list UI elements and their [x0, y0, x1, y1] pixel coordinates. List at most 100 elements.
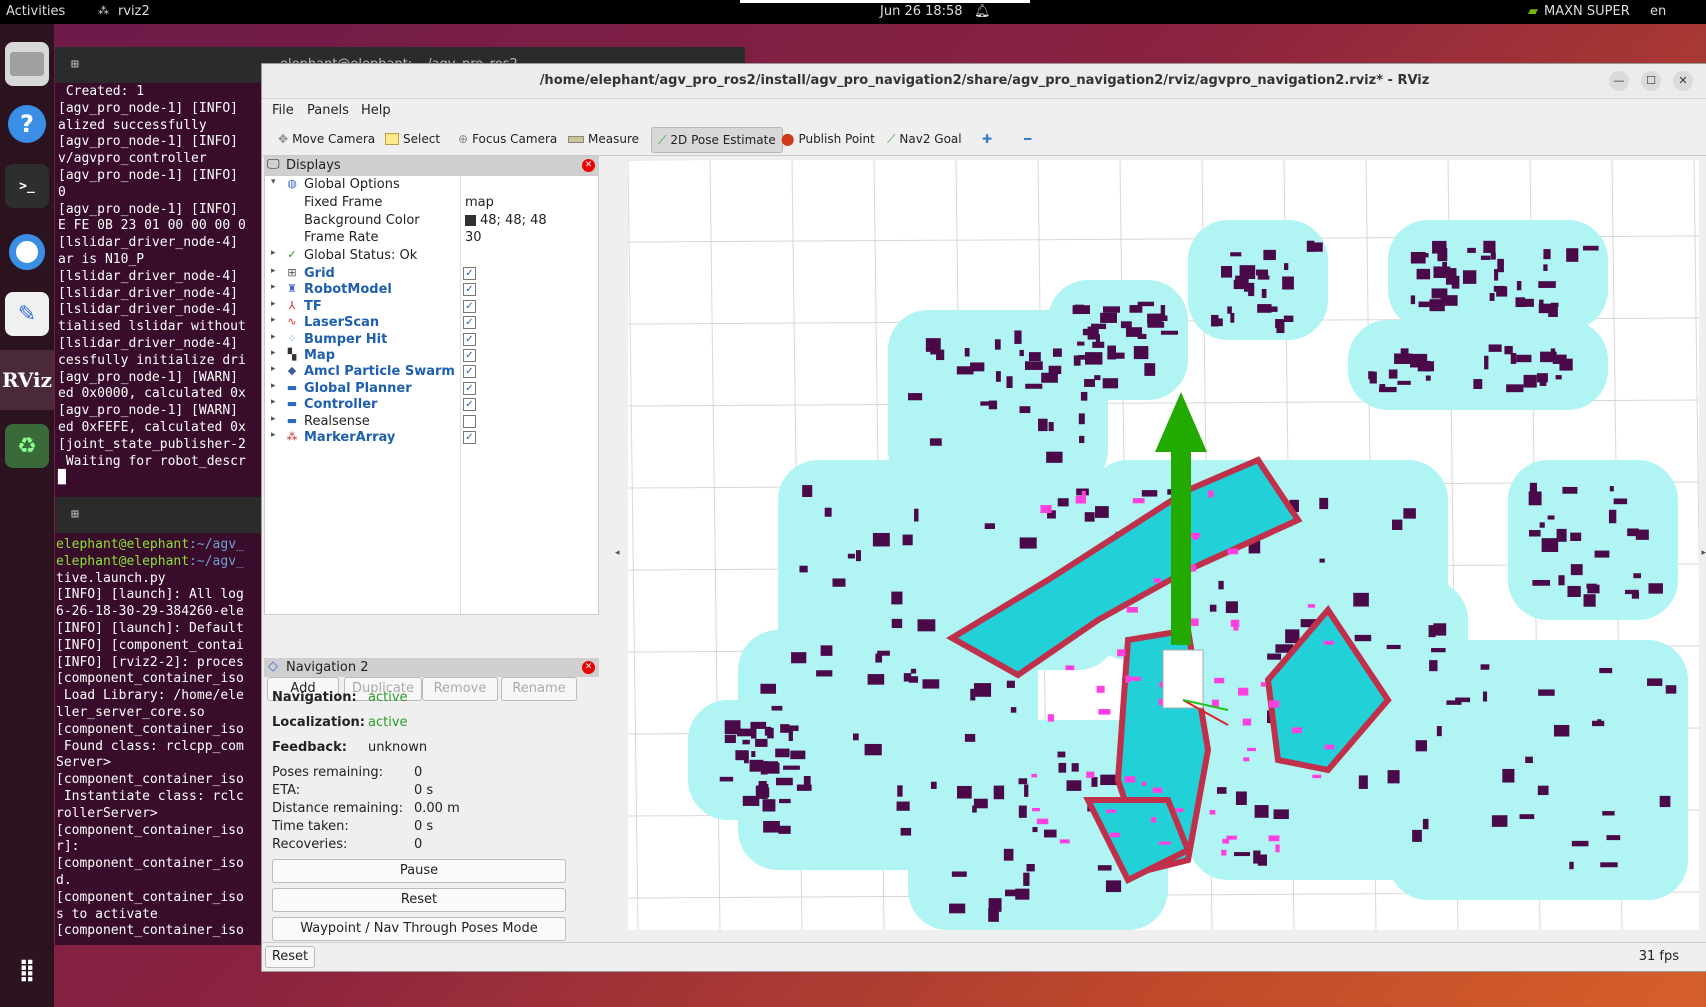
files-icon[interactable]	[5, 42, 49, 86]
nav-reset-button[interactable]: Reset	[272, 888, 566, 912]
close-displays-icon[interactable]: ✕	[582, 159, 595, 172]
display-item-map[interactable]: ▸ ▚ Map ✓	[265, 347, 598, 365]
background-color-value[interactable]: 48; 48; 48	[480, 213, 547, 228]
bell-icon[interactable]: 🔔︎	[974, 4, 991, 19]
display-enable-checkbox[interactable]: ✓	[463, 316, 476, 330]
expand-arrow-icon[interactable]: ▸	[271, 397, 276, 407]
rviz-titlebar[interactable]: /home/elephant/agv_pro_ros2/install/agv_…	[262, 64, 1706, 99]
minimize-button[interactable]: —	[1609, 71, 1629, 91]
maximize-button[interactable]: ☐	[1641, 71, 1661, 91]
trash-icon[interactable]: ♻	[5, 424, 49, 468]
expand-arrow-icon[interactable]: ▸	[271, 430, 276, 440]
fixed-frame-value[interactable]: map	[465, 195, 494, 210]
display-enable-checkbox[interactable]: ✓	[463, 431, 476, 444]
text-editor-icon[interactable]: ✎	[5, 292, 49, 336]
displays-header[interactable]: 🖵 Displays ✕	[264, 156, 599, 175]
tool-2d-pose-estimate[interactable]: ⟋ 2D Pose Estimate	[651, 127, 783, 153]
color-swatch[interactable]	[465, 214, 476, 226]
terminal-icon[interactable]: >_	[5, 164, 49, 208]
display-item-grid[interactable]: ▸ ⊞ Grid ✓	[265, 265, 598, 283]
display-item-label: Realsense	[304, 413, 370, 429]
display-item-tf[interactable]: ▸ ⅄ TF ✓	[265, 298, 598, 316]
tree-row-global-status[interactable]: ▸ ✓ Global Status: Ok	[265, 247, 598, 265]
expand-arrow-icon[interactable]: ▸	[271, 414, 276, 424]
display-item-realsense[interactable]: ▸ ▬ Realsense	[265, 413, 598, 431]
language-indicator[interactable]: en	[1650, 4, 1666, 19]
tree-row-frame-rate[interactable]: Frame Rate 30	[265, 229, 598, 247]
menu-panels[interactable]: Panels	[307, 103, 349, 118]
terminal-titlebar-2[interactable]: ⊞	[55, 497, 265, 533]
tree-row-fixed-frame[interactable]: Fixed Frame map	[265, 194, 598, 212]
activities-button[interactable]: Activities	[6, 4, 65, 19]
tool-measure[interactable]: Measure	[562, 127, 645, 151]
close-button[interactable]: ✕	[1673, 71, 1693, 91]
app-grid-icon[interactable]: ⣿	[5, 948, 49, 992]
display-enable-checkbox[interactable]: ✓	[463, 299, 476, 313]
display-enable-checkbox[interactable]: ✓	[463, 349, 476, 362]
nvidia-icon[interactable]: ▰	[1528, 4, 1538, 19]
render-view[interactable]	[628, 160, 1699, 930]
expand-arrow-icon[interactable]: ▸	[271, 266, 276, 276]
help-icon[interactable]: ?	[5, 102, 49, 146]
expand-arrow-icon[interactable]: ▸	[271, 364, 276, 374]
display-enable-checkbox[interactable]: ✓	[463, 283, 476, 297]
remove-tool-button[interactable]: ━	[1018, 127, 1037, 151]
display-item-robotmodel[interactable]: ▸ ♜ RobotModel ✓	[265, 281, 598, 299]
app-menu-label[interactable]: rviz2	[118, 4, 150, 19]
expand-arrow-icon[interactable]: ▸	[271, 348, 276, 358]
obstacle-cell	[1613, 498, 1628, 505]
display-enable-checkbox[interactable]	[463, 414, 476, 428]
display-enable-checkbox[interactable]: ✓	[463, 398, 476, 412]
tree-row-global-options[interactable]: ▾ ◍ Global Options	[265, 176, 598, 194]
display-enable-checkbox[interactable]: ✓	[463, 365, 476, 379]
display-enable-checkbox[interactable]: ✓	[463, 381, 476, 395]
obstacle-cell	[742, 739, 750, 745]
tree-row-background-color[interactable]: Background Color 48; 48; 48	[265, 212, 598, 230]
displays-tree[interactable]: ▾ ◍ Global Options Fixed Frame map Backg…	[264, 175, 599, 615]
expand-arrow-icon[interactable]: ▸	[271, 381, 276, 391]
display-item-amcl-particle-swarm[interactable]: ▸ ◆ Amcl Particle Swarm ✓	[265, 363, 598, 381]
terminal-output-2[interactable]: elephant@elephant:~/agv_ elephant@elepha…	[55, 533, 265, 940]
waypoint-mode-button[interactable]: Waypoint / Nav Through Poses Mode	[272, 917, 566, 941]
expand-arrow-icon[interactable]: ▸	[271, 332, 276, 342]
display-item-global-planner[interactable]: ▸ ▬ Global Planner ✓	[265, 380, 598, 398]
collapse-left-handle[interactable]: ◂	[615, 548, 620, 558]
tool-focus-camera[interactable]: ⊕ Focus Camera	[452, 127, 563, 151]
clock[interactable]: Jun 26 18:58	[880, 4, 963, 19]
costmap-canvas[interactable]	[628, 160, 1699, 930]
chromium-icon[interactable]	[5, 230, 49, 274]
display-item-markerarray[interactable]: ▸ ⁂ MarkerArray ✓	[265, 429, 598, 447]
tool-nav2-goal[interactable]: ⟋ Nav2 Goal	[881, 127, 968, 151]
power-mode-label[interactable]: MAXN SUPER	[1544, 4, 1630, 19]
display-item-laserscan[interactable]: ▸ ∿ LaserScan ✓	[265, 314, 598, 332]
obstacle-cell	[742, 795, 760, 806]
display-enable-checkbox[interactable]: ✓	[463, 332, 476, 346]
new-tab-icon-2[interactable]: ⊞	[71, 507, 79, 522]
new-tab-icon[interactable]: ⊞	[71, 57, 79, 72]
rviz-window[interactable]: /home/elephant/agv_pro_ros2/install/agv_…	[261, 63, 1706, 972]
expand-arrow-icon[interactable]: ▸	[271, 315, 276, 325]
menu-file[interactable]: File	[272, 103, 294, 118]
status-reset-button[interactable]: Reset	[265, 946, 315, 968]
display-item-bumper-hit[interactable]: ▸ ⁘ Bumper Hit ✓	[265, 331, 598, 349]
tool-publish-point[interactable]: ⬤ Publish Point	[775, 127, 881, 151]
expand-arrow-icon[interactable]: ▸	[271, 299, 276, 309]
nav2-header[interactable]: ◇ Navigation 2 ✕	[264, 658, 599, 677]
pause-button[interactable]: Pause	[272, 859, 566, 883]
rviz-dock-icon[interactable]: RViz	[2, 358, 52, 402]
obstacle-cell	[1502, 768, 1515, 783]
tool-move-camera[interactable]: ✥ Move Camera	[272, 127, 381, 151]
add-tool-button[interactable]: ✚	[976, 127, 998, 151]
obstacle-cell	[1583, 594, 1596, 607]
expand-arrow-icon[interactable]: ▸	[271, 248, 276, 258]
expand-arrow-icon[interactable]: ▸	[271, 282, 276, 292]
close-nav2-icon[interactable]: ✕	[582, 661, 595, 674]
display-item-controller[interactable]: ▸ ▬ Controller ✓	[265, 396, 598, 414]
frame-rate-value[interactable]: 30	[465, 230, 482, 245]
collapse-right-handle[interactable]: ▸	[1701, 548, 1706, 558]
expand-arrow-icon[interactable]: ▾	[271, 177, 276, 187]
menu-help[interactable]: Help	[361, 103, 391, 118]
display-enable-checkbox[interactable]: ✓	[463, 267, 476, 280]
tool-select[interactable]: Select	[379, 127, 446, 151]
terminal-window-2[interactable]: ⊞ elephant@elephant:~/agv_ elephant@elep…	[55, 497, 265, 945]
